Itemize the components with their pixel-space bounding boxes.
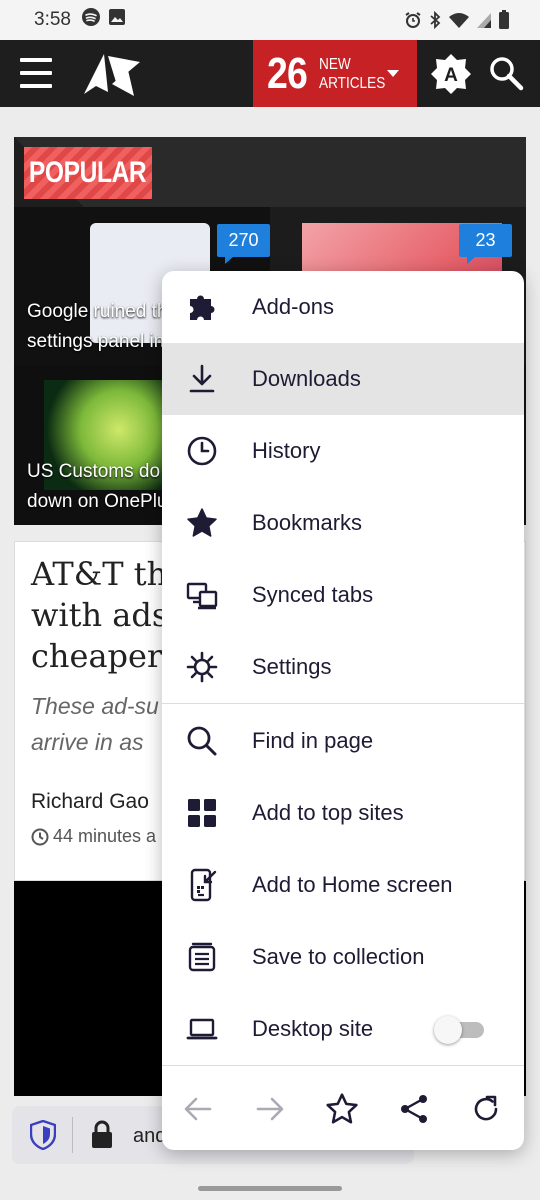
menu-item-label: Add-ons (252, 294, 334, 319)
menu-item-settings[interactable]: Settings (162, 631, 524, 703)
search-icon (186, 725, 218, 757)
hamburger-menu-icon[interactable] (20, 58, 52, 88)
new-label-line1: NEW (319, 55, 351, 73)
menu-item-label: Save to collection (252, 944, 425, 969)
menu-item-label: History (252, 438, 321, 463)
status-time: 3:58 (34, 9, 71, 30)
menu-item-label: Add to top sites (252, 800, 404, 825)
menu-item-label: Desktop site (252, 1016, 374, 1041)
article-time: 44 minutes a (31, 826, 156, 847)
download-icon (186, 363, 218, 395)
menu-divider (162, 1065, 524, 1066)
new-articles-button[interactable]: 26 NEW ARTICLES (253, 40, 417, 107)
grid-icon (186, 797, 218, 829)
site-logo[interactable] (82, 52, 142, 98)
back-button[interactable] (180, 1091, 216, 1127)
comment-count-badge[interactable]: 270 (217, 224, 270, 264)
tracking-protection-shield-icon[interactable] (30, 1120, 56, 1150)
card-title: Google ruined th settings panel in (27, 301, 168, 352)
menu-item-find-in-page[interactable]: Find in page (162, 705, 524, 777)
lock-icon[interactable] (90, 1120, 114, 1150)
new-articles-label: NEW ARTICLES (319, 55, 385, 93)
puzzle-icon (186, 291, 218, 323)
card-title: US Customs do down on OnePlu (27, 461, 168, 512)
back-icon (184, 1097, 212, 1121)
article-title[interactable]: AT&T thi with ads cheaper (31, 554, 177, 677)
signal-icon (477, 13, 491, 28)
wifi-icon (449, 13, 469, 28)
forward-icon (256, 1097, 284, 1121)
menu-item-desktop-site[interactable]: Desktop site (162, 993, 524, 1065)
reload-button[interactable] (468, 1091, 504, 1127)
menu-item-add-to-top-sites[interactable]: Add to top sites (162, 777, 524, 849)
article-time-text: 44 minutes a (53, 826, 157, 846)
desktop-site-toggle[interactable] (434, 1016, 484, 1044)
toggle-knob (434, 1016, 462, 1044)
menu-item-bookmarks[interactable]: Bookmarks (162, 487, 524, 559)
collection-icon (186, 941, 218, 973)
article-author[interactable]: Richard Gao (31, 790, 149, 814)
menu-item-downloads[interactable]: Downloads (162, 343, 524, 415)
reload-icon (474, 1095, 498, 1121)
article-subtitle: These ad-su arrive in as (31, 693, 159, 755)
menu-item-label: Synced tabs (252, 582, 374, 607)
bluetooth-icon (430, 11, 441, 29)
menu-item-label: Bookmarks (252, 510, 363, 535)
menu-divider (162, 703, 524, 704)
menu-item-add-ons[interactable]: Add-ons (162, 271, 524, 343)
menu-item-history[interactable]: History (162, 415, 524, 487)
caret-down-icon (387, 70, 399, 77)
menu-item-synced-tabs[interactable]: Synced tabs (162, 559, 524, 631)
menu-nav-bar (162, 1071, 524, 1143)
auto-brightness-icon: A (431, 54, 471, 94)
menu-item-add-to-home-screen[interactable]: Add to Home screen (162, 849, 524, 921)
menu-item-label: Downloads (252, 366, 361, 391)
gallery-icon (108, 8, 126, 32)
new-label-line2: ARTICLES (319, 74, 386, 92)
menu-item-label: Find in page (252, 728, 374, 753)
share-button[interactable] (396, 1091, 432, 1127)
spotify-icon (81, 7, 101, 33)
laptop-icon (186, 1013, 218, 1045)
forward-button[interactable] (252, 1091, 288, 1127)
alarm-icon (405, 12, 421, 28)
bookmark-button[interactable] (324, 1091, 360, 1127)
header-search-button[interactable] (488, 55, 524, 91)
star-filled-icon (186, 507, 218, 539)
popular-badge: POPULAR (24, 147, 152, 199)
new-articles-count: 26 (267, 48, 308, 98)
share-icon (401, 1095, 427, 1123)
battery-icon (499, 10, 509, 29)
phone-add-icon (186, 868, 218, 902)
status-bar: 3:58 (0, 0, 540, 40)
menu-item-label: Settings (252, 654, 332, 679)
bookmark-star-icon (326, 1093, 358, 1124)
gesture-nav-handle[interactable] (198, 1186, 342, 1191)
clock-icon (31, 828, 49, 845)
gear-icon (186, 651, 218, 683)
theme-toggle-button[interactable]: A (430, 53, 472, 95)
url-bar-separator (72, 1117, 73, 1153)
browser-overflow-menu: Add-ons Downloads History Bookmarks Sync… (162, 271, 524, 1150)
search-icon (490, 57, 524, 91)
clock-icon (186, 435, 218, 467)
comment-count-badge[interactable]: 23 (459, 224, 512, 264)
synced-devices-icon (186, 579, 218, 611)
menu-item-save-to-collection[interactable]: Save to collection (162, 921, 524, 993)
menu-item-label: Add to Home screen (252, 872, 453, 897)
svg-text:A: A (444, 65, 458, 86)
status-right-icons (404, 10, 510, 30)
